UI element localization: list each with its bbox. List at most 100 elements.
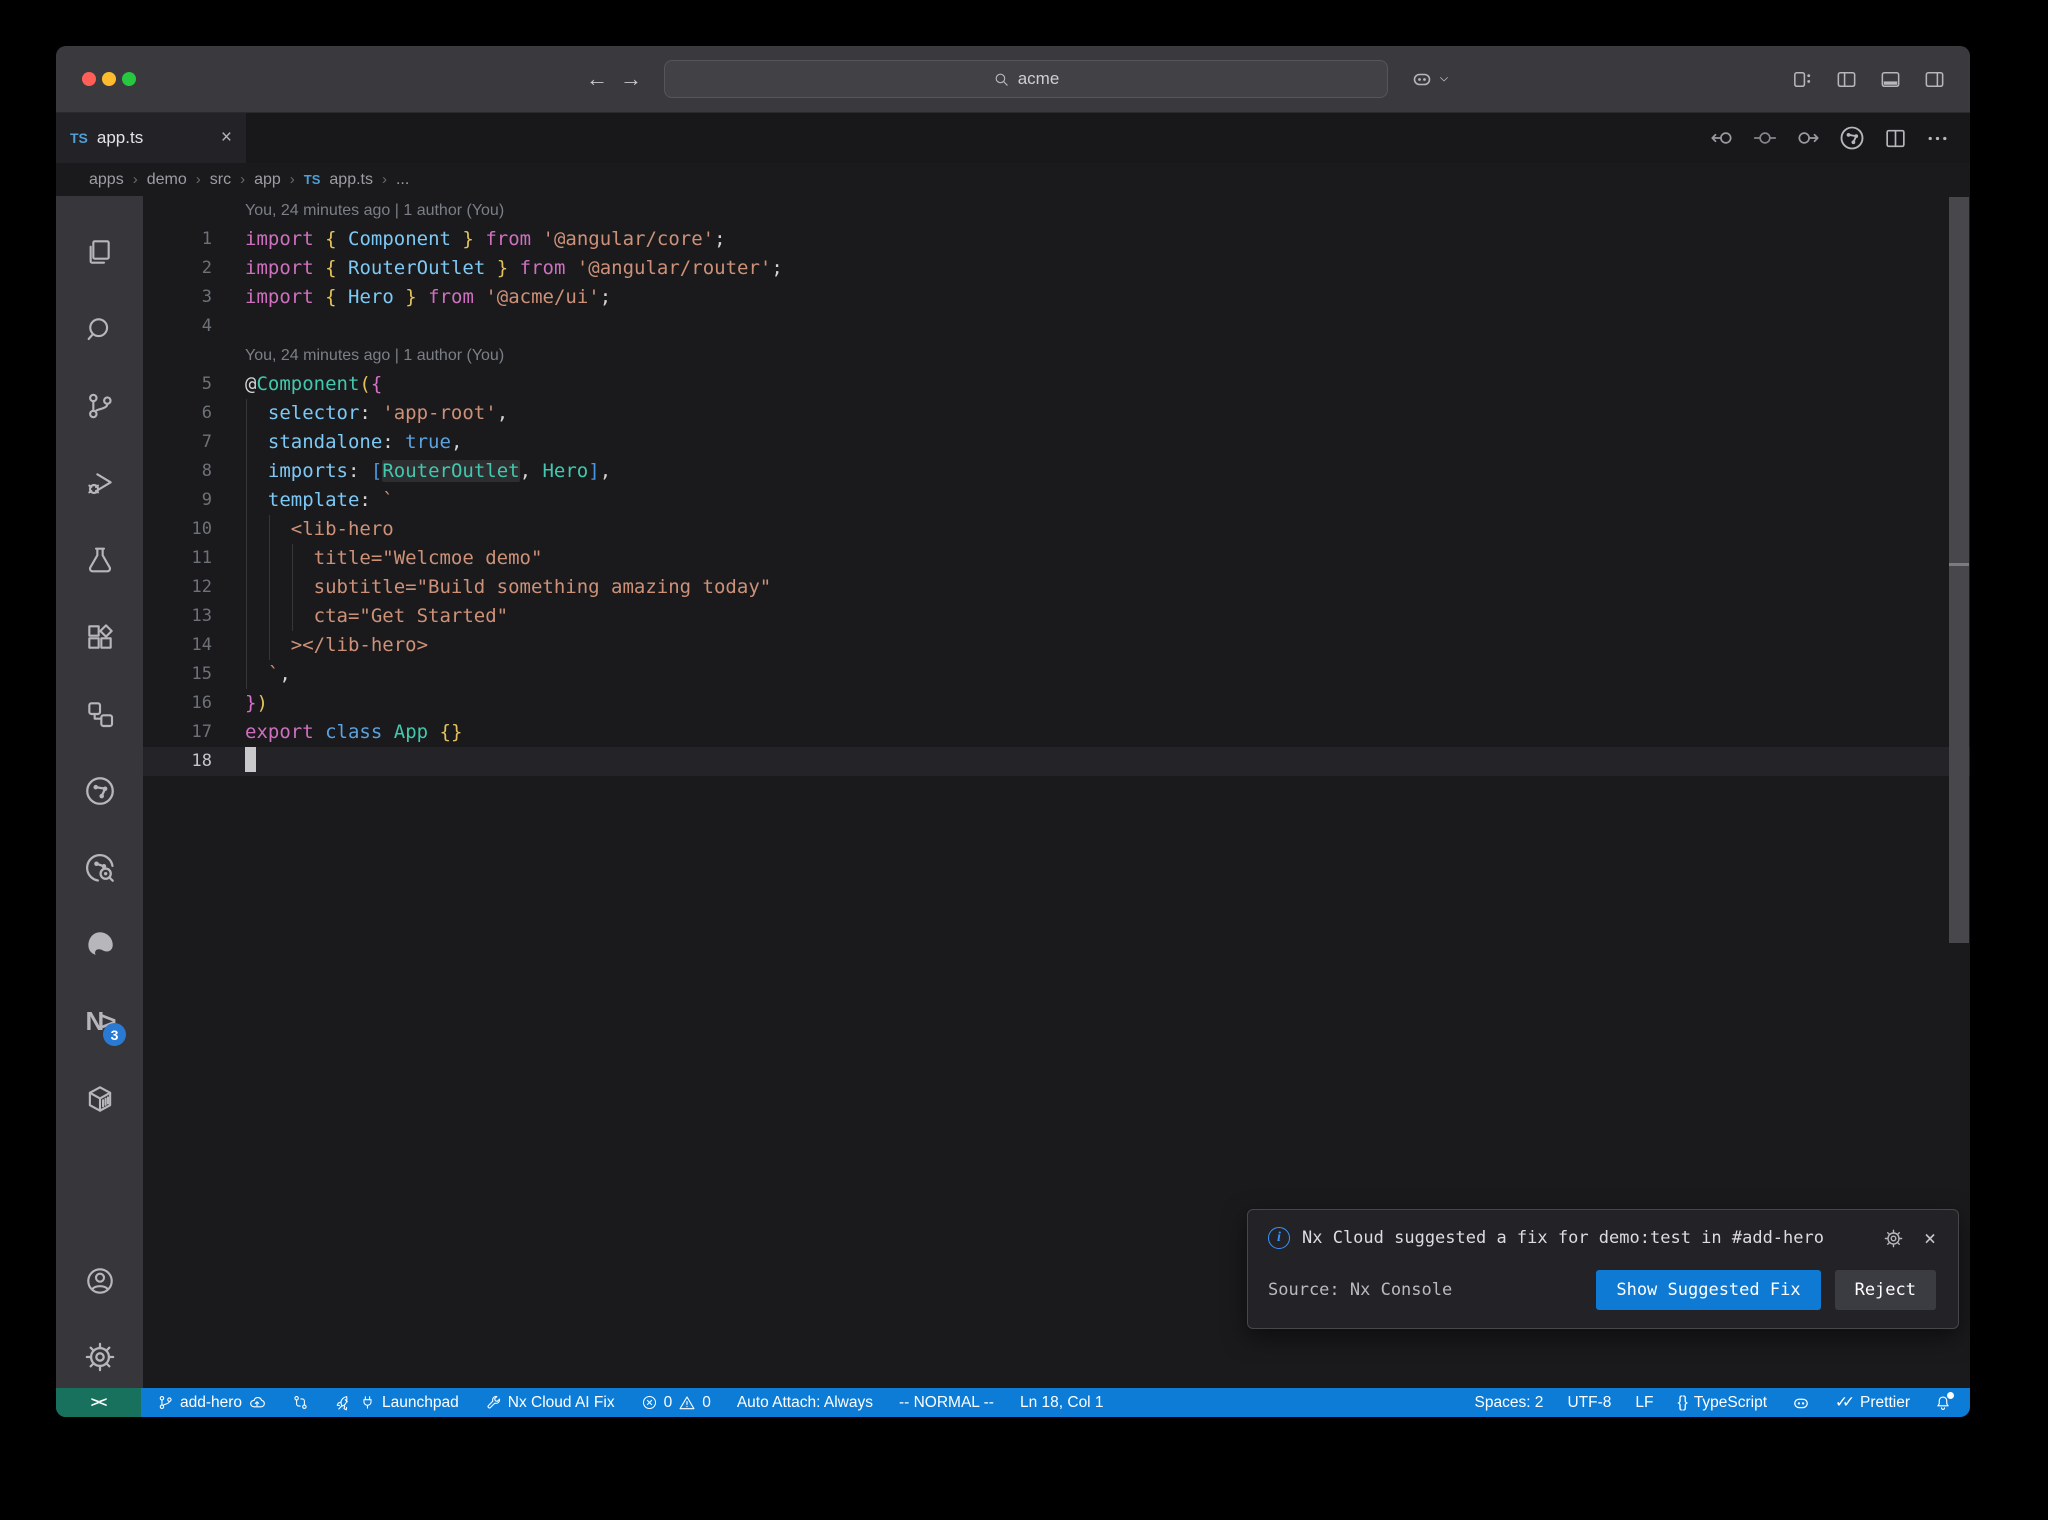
sidebar-item-account[interactable]	[56, 1249, 143, 1326]
code-text: selector: 'app-root',	[267, 402, 509, 424]
toggle-secondary-sidebar-icon[interactable]	[1923, 68, 1946, 91]
minimize-window-button[interactable]	[102, 72, 116, 86]
auto-attach-item[interactable]: Auto Attach: Always	[737, 1394, 873, 1412]
code-line: 10 <lib-hero	[143, 515, 1970, 544]
code-text: })	[245, 692, 268, 714]
sidebar-item-edge-tools[interactable]	[56, 906, 143, 983]
problems-item[interactable]: 0 0	[641, 1394, 711, 1412]
sidebar-item-run-debug[interactable]	[56, 444, 143, 521]
git-compare-item[interactable]	[292, 1394, 309, 1411]
close-window-button[interactable]	[82, 72, 96, 86]
chevron-down-icon	[1440, 77, 1448, 82]
nx-console-icon	[85, 776, 114, 805]
formatter-item[interactable]: ✓✓ Prettier	[1835, 1393, 1910, 1412]
encoding-item[interactable]: UTF-8	[1567, 1394, 1611, 1412]
sidebar-item-testing[interactable]	[56, 521, 143, 598]
code-text: imports: [RouterOutlet, Hero],	[267, 460, 612, 482]
breadcrumb-item[interactable]: app	[254, 171, 281, 189]
next-change-icon[interactable]	[1795, 125, 1821, 151]
code-editor[interactable]: You, 24 minutes ago | 1 author (You) 1 imp…	[143, 196, 1970, 1388]
code-line: 14 ></lib-hero>	[143, 631, 1970, 660]
sidebar-item-source-control[interactable]	[56, 367, 143, 444]
code-line: 5 @Component({	[143, 370, 1970, 399]
line-number: 11	[191, 548, 212, 568]
rocket-icon	[336, 1395, 348, 1410]
navigate-forward-button[interactable]: →	[614, 66, 648, 92]
tab-label: app.ts	[96, 128, 144, 147]
editor-scrollbar[interactable]	[1949, 197, 1969, 943]
tab-bar: TS app.ts ×	[56, 113, 1970, 163]
errors-icon	[642, 1395, 656, 1410]
notification-source: Source: Nx Console	[1268, 1280, 1453, 1300]
sidebar-item-settings[interactable]	[56, 1326, 143, 1388]
code-line: 11 title="Welcmoe demo"	[143, 544, 1970, 573]
ai-fix-label: Nx Cloud AI Fix	[507, 1393, 615, 1411]
breadcrumb-item[interactable]: demo	[147, 171, 187, 189]
customize-layout-icon[interactable]	[1791, 68, 1814, 91]
git-compare-icon	[294, 1396, 307, 1409]
braces-icon: {}	[1677, 1393, 1688, 1411]
nx-cloud-ai-fix-item[interactable]: Nx Cloud AI Fix	[485, 1394, 615, 1412]
breadcrumb-item[interactable]: src	[210, 171, 231, 189]
code-text: import { RouterOutlet } from '@angular/r…	[245, 257, 783, 279]
close-tab-icon[interactable]: ×	[221, 127, 232, 149]
sidebar-item-search[interactable]	[56, 290, 143, 367]
line-number: 2	[201, 258, 212, 278]
breadcrumb-file[interactable]: app.ts	[329, 171, 373, 189]
more-actions-icon[interactable]	[1925, 126, 1950, 151]
notifications-bell-item[interactable]	[1934, 1391, 1954, 1412]
code-text: cta="Get Started"	[245, 605, 509, 627]
language-mode-item[interactable]: {} TypeScript	[1677, 1394, 1767, 1412]
eol-item[interactable]: LF	[1635, 1394, 1653, 1412]
nx-graph-icon[interactable]	[1838, 124, 1866, 152]
remote-indicator[interactable]: ><	[56, 1388, 141, 1417]
search-icon	[87, 317, 108, 340]
typescript-file-icon: TS	[70, 130, 88, 146]
line-number: 7	[201, 432, 212, 452]
reject-button[interactable]: Reject	[1834, 1270, 1936, 1310]
search-value: acme	[1017, 69, 1060, 88]
copilot-status-item[interactable]	[1791, 1393, 1811, 1413]
git-branch-item[interactable]: add-hero	[157, 1394, 266, 1412]
cursor-position-item[interactable]: Ln 18, Col 1	[1020, 1394, 1104, 1412]
tab-app-ts[interactable]: TS app.ts ×	[56, 113, 246, 163]
code-line: 6 selector: 'app-root',	[143, 399, 1970, 428]
title-bar: ← → acme	[56, 46, 1970, 113]
sidebar-item-nx-console[interactable]	[56, 752, 143, 829]
source-control-icon	[88, 393, 112, 418]
previous-change-icon[interactable]	[1709, 125, 1735, 151]
launchpad-item[interactable]: Launchpad	[335, 1394, 459, 1412]
sidebar-item-nx[interactable]: N> 3	[56, 983, 143, 1060]
toggle-panel-icon[interactable]	[1879, 68, 1902, 91]
notification-close-icon[interactable]: ×	[1924, 1226, 1936, 1250]
launchpad-label: Launchpad	[382, 1393, 459, 1411]
toggle-primary-sidebar-icon[interactable]	[1835, 68, 1858, 91]
gear-icon	[85, 1342, 114, 1372]
breadcrumb-item[interactable]: apps	[89, 171, 124, 189]
notification-settings-gear-icon[interactable]	[1883, 1228, 1904, 1249]
current-change-icon[interactable]	[1752, 125, 1778, 151]
breadcrumb-separator: ›	[240, 171, 246, 188]
sidebar-item-extensions[interactable]	[56, 598, 143, 675]
indentation-item[interactable]: Spaces: 2	[1475, 1394, 1544, 1412]
code-text: import { Component } from '@angular/core…	[245, 228, 726, 250]
sidebar-item-project-graph[interactable]	[56, 675, 143, 752]
split-editor-icon[interactable]	[1883, 126, 1908, 151]
vim-mode-item[interactable]: -- NORMAL --	[899, 1394, 994, 1412]
sidebar-item-explorer[interactable]	[56, 213, 143, 290]
sidebar-item-containers[interactable]	[56, 1060, 143, 1137]
code-line: 9 template: `	[143, 486, 1970, 515]
search-input[interactable]: acme	[664, 60, 1388, 98]
graph-search-icon	[85, 853, 114, 882]
code-line: 18	[143, 747, 1970, 776]
sidebar-item-nx-cloud[interactable]	[56, 829, 143, 906]
line-number: 4	[201, 316, 212, 336]
plug-icon	[363, 1396, 372, 1409]
copilot-menu-button[interactable]	[1410, 67, 1450, 91]
show-suggested-fix-button[interactable]: Show Suggested Fix	[1596, 1270, 1821, 1310]
maximize-window-button[interactable]	[122, 72, 136, 86]
breadcrumb-symbol[interactable]: ...	[396, 171, 409, 189]
blame-annotation-row: You, 24 minutes ago | 1 author (You)	[143, 341, 1970, 370]
checks-icon: ✓✓	[1835, 1394, 1855, 1411]
navigate-back-button[interactable]: ←	[580, 66, 614, 92]
